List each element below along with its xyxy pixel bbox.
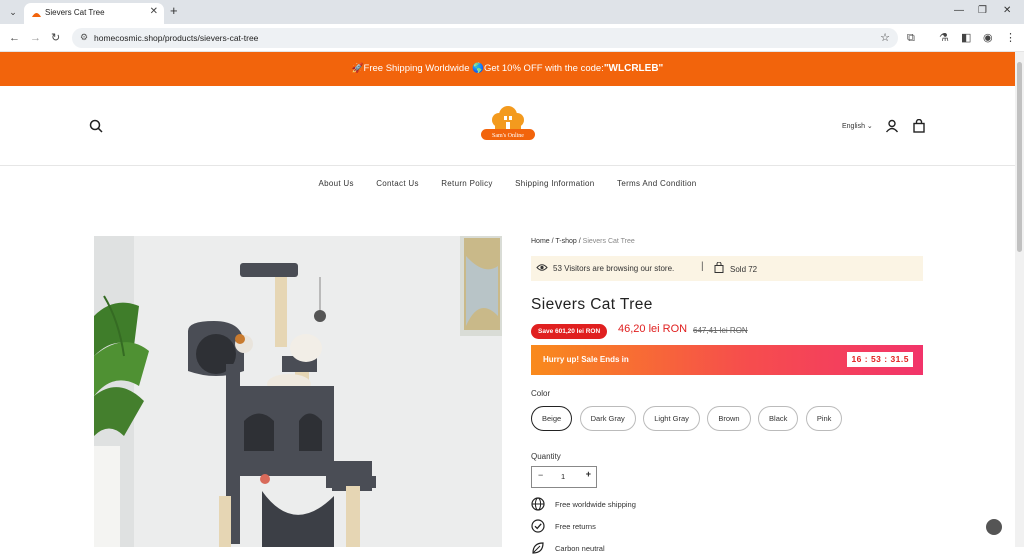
feature-shipping-text: Free worldwide shipping (555, 500, 636, 509)
address-bar[interactable]: ⚙ homecosmic.shop/products/sievers-cat-t… (72, 28, 898, 48)
eye-icon (536, 264, 548, 271)
chevron-down-icon: ⌄ (866, 123, 873, 130)
favicon-icon (32, 13, 41, 17)
restore-icon[interactable]: ❐ (978, 5, 987, 17)
quantity-label: Quantity (531, 452, 561, 461)
leaf-icon (532, 542, 544, 554)
url-text[interactable]: homecosmic.shop/products/sievers-cat-tre… (94, 33, 258, 43)
close-window-icon[interactable]: ✕ (1003, 5, 1011, 17)
check-circle-icon (531, 519, 545, 533)
color-options: Beige Dark Gray Light Gray Brown Black P… (531, 406, 923, 432)
site-info-icon[interactable]: ⚙ (80, 32, 88, 43)
labs-icon[interactable]: ⚗ (939, 31, 949, 45)
site-header: Sam's Online English ⌄ (0, 86, 1015, 166)
quantity-decrease-button[interactable]: − (538, 470, 543, 480)
cart-icon[interactable] (912, 119, 926, 133)
price-row: Save 601,20 lei RON 46,20 lei RON 647,41… (531, 322, 923, 340)
page-scrollbar[interactable] (1015, 52, 1024, 547)
nav-return-policy[interactable]: Return Policy (441, 166, 492, 202)
breadcrumb-home[interactable]: Home (531, 238, 550, 245)
chat-widget-icon[interactable] (986, 519, 1002, 535)
side-panel-icon[interactable]: ◧ (961, 31, 971, 45)
feature-carbon: Carbon neutral (531, 538, 923, 560)
bookmark-star-icon[interactable]: ☆ (880, 31, 890, 44)
main-navigation: About Us Contact Us Return Policy Shippi… (0, 166, 1015, 202)
quantity-increase-button[interactable]: + (586, 469, 591, 479)
logo-text: Sam's Online (492, 133, 524, 139)
visitors-text: 53 Visitors are browsing our store. (553, 264, 675, 273)
save-badge: Save 601,20 lei RON (531, 324, 608, 339)
browser-tab-strip: ⌄ Sievers Cat Tree ✕ + — ❐ ✕ (0, 0, 1024, 24)
announcement-banner: 🚀Free Shipping Worldwide 🌎Get 10% OFF wi… (0, 52, 1015, 86)
feature-returns-text: Free returns (555, 522, 596, 531)
sale-countdown-bar: Hurry up! Sale Ends in 16 : 53 : 31.5 (531, 345, 923, 375)
sale-countdown-label: Hurry up! Sale Ends in (543, 355, 629, 364)
feature-returns: Free returns (531, 516, 923, 538)
color-option-light-gray[interactable]: Light Gray (643, 406, 700, 431)
language-label: English (842, 123, 865, 130)
new-tab-icon[interactable]: + (170, 4, 178, 18)
browser-toolbar: ← → ↻ ⚙ homecosmic.shop/products/sievers… (0, 24, 1024, 52)
shopping-bag-icon (714, 262, 724, 273)
back-icon[interactable]: ← (9, 31, 20, 45)
product-title: Sievers Cat Tree (531, 296, 653, 313)
forward-icon[interactable]: → (30, 31, 41, 45)
reload-icon[interactable]: ↻ (51, 31, 60, 45)
globe-icon (531, 497, 545, 511)
sold-count: Sold 72 (730, 265, 758, 274)
nav-terms-and-condition[interactable]: Terms And Condition (617, 166, 697, 202)
nav-contact-us[interactable]: Contact Us (376, 166, 419, 202)
cat-tree-photo (94, 236, 502, 547)
tab-title: Sievers Cat Tree (45, 8, 105, 17)
color-option-beige[interactable]: Beige (531, 406, 573, 431)
feature-shipping: Free worldwide shipping (531, 494, 923, 516)
product-info: Home / T-shop / Sievers Cat Tree 53 Visi… (531, 236, 923, 560)
tab-search-icon[interactable]: ⌄ (6, 5, 20, 19)
site-logo[interactable]: Sam's Online (477, 102, 539, 144)
visitors-notice: 53 Visitors are browsing our store. | So… (531, 256, 923, 281)
feature-carbon-text: Carbon neutral (555, 544, 605, 553)
banner-text: 🚀Free Shipping Worldwide 🌎Get 10% OFF wi… (351, 63, 604, 74)
account-icon[interactable] (885, 119, 899, 133)
product-image[interactable] (94, 236, 502, 547)
menu-icon[interactable]: ⋮ (1005, 31, 1016, 45)
discount-code: "WLCRLEB" (603, 63, 664, 74)
browser-tab[interactable]: Sievers Cat Tree ✕ (24, 3, 164, 24)
color-option-pink[interactable]: Pink (805, 406, 843, 431)
visitors-separator: | (701, 261, 704, 272)
breadcrumb-current: Sievers Cat Tree (582, 238, 635, 245)
scrollbar-thumb[interactable] (1017, 62, 1022, 252)
minimize-icon[interactable]: — (954, 5, 964, 17)
compare-price: 647,41 lei RON (693, 326, 748, 335)
sale-price: 46,20 lei RON (618, 323, 688, 335)
countdown-timer: 16 : 53 : 31.5 (847, 352, 913, 367)
color-option-dark-gray[interactable]: Dark Gray (579, 406, 636, 431)
nav-shipping-information[interactable]: Shipping Information (515, 166, 594, 202)
color-label: Color (531, 389, 551, 398)
color-option-black[interactable]: Black (758, 406, 799, 431)
extensions-icon[interactable]: ⧉ (907, 31, 915, 45)
search-icon[interactable] (89, 119, 103, 133)
quantity-input[interactable]: 1 (561, 472, 565, 481)
breadcrumb-shop[interactable]: T-shop (555, 238, 576, 245)
close-tab-icon[interactable]: ✕ (150, 6, 158, 17)
nav-about-us[interactable]: About Us (318, 166, 353, 202)
breadcrumb: Home / T-shop / Sievers Cat Tree (531, 238, 923, 250)
profile-icon[interactable]: ◉ (983, 31, 993, 45)
color-option-brown[interactable]: Brown (707, 406, 751, 431)
language-selector[interactable]: English ⌄ (842, 122, 873, 130)
quantity-stepper: − 1 + (531, 466, 597, 488)
